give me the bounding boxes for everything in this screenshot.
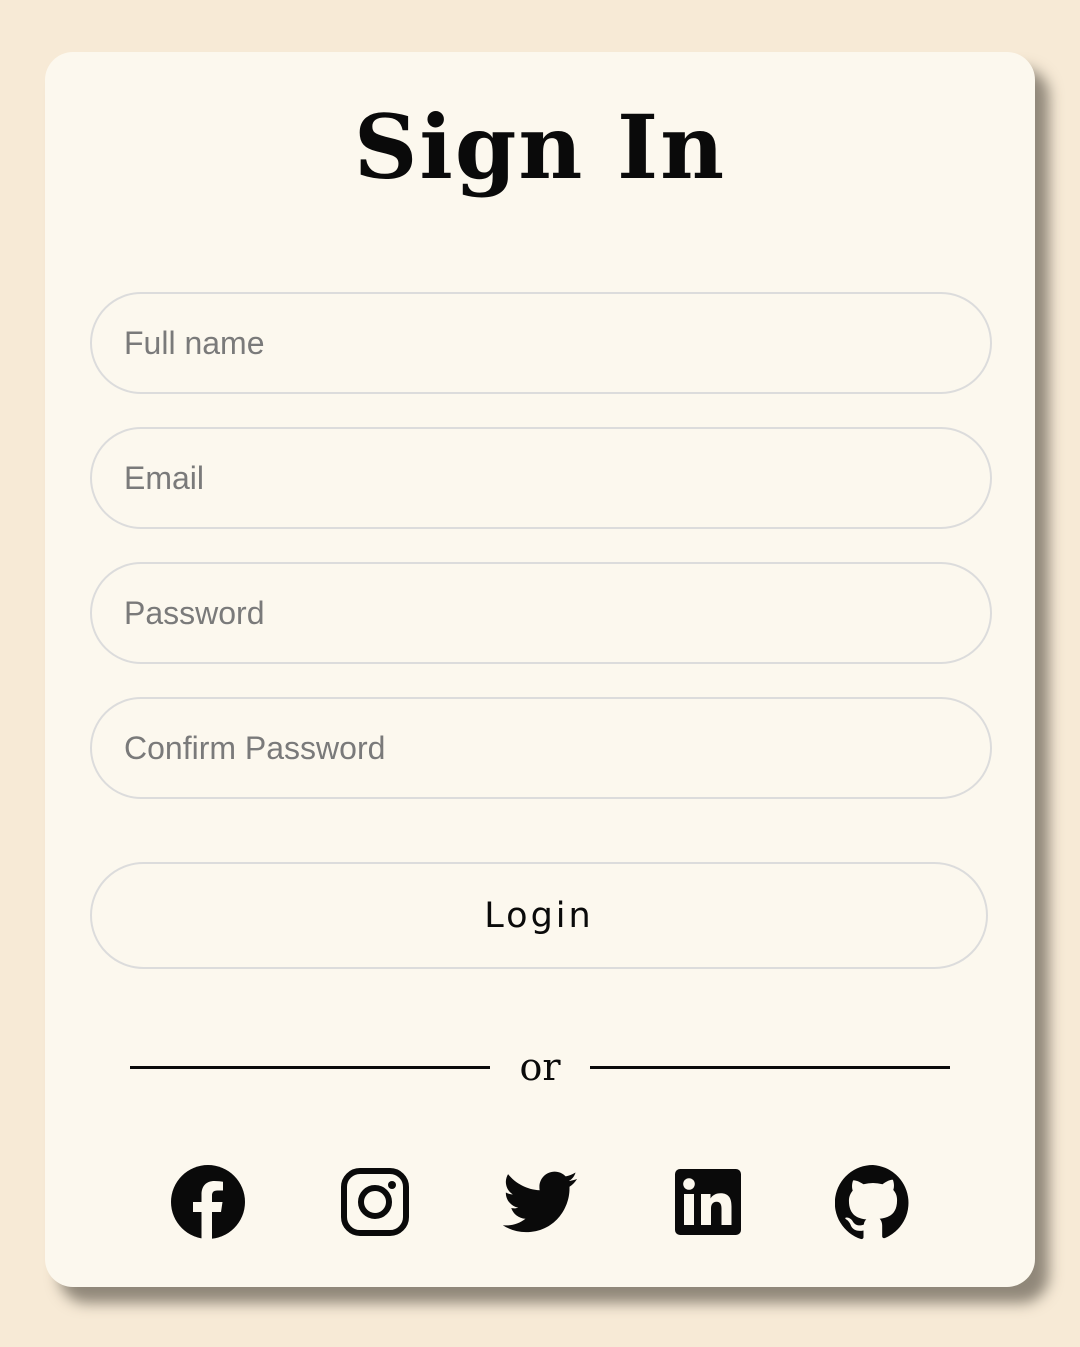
password-input[interactable] [90,562,992,664]
confirm-password-input[interactable] [90,697,992,799]
github-icon [835,1164,909,1240]
instagram-button[interactable] [337,1164,413,1240]
facebook-icon [171,1165,245,1240]
linkedin-icon [675,1169,741,1235]
twitter-icon [503,1171,578,1233]
full-name-input[interactable] [90,292,992,394]
email-input[interactable] [90,427,992,529]
or-divider: or [130,1042,950,1092]
facebook-button[interactable] [170,1164,246,1240]
twitter-button[interactable] [503,1164,579,1240]
page-title: Sign In [353,95,727,199]
linkedin-button[interactable] [670,1164,746,1240]
sign-in-card: Sign In Login or [45,52,1035,1287]
login-button[interactable]: Login [90,862,988,969]
divider-line-right [590,1066,950,1069]
github-button[interactable] [835,1164,911,1240]
instagram-icon [341,1168,409,1236]
